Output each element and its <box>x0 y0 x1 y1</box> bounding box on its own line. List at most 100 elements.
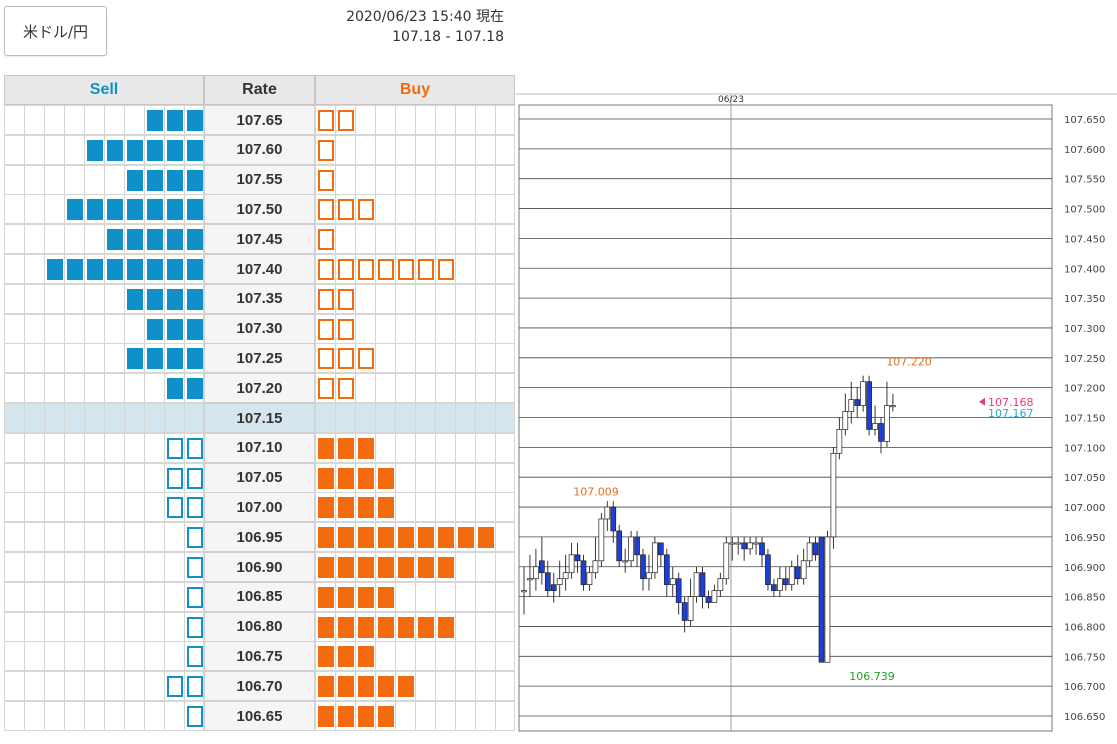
order-book-row: 107.55 <box>4 164 515 195</box>
grid-cell <box>455 403 475 433</box>
grid-cell <box>495 164 515 195</box>
buy-order-block <box>318 497 334 519</box>
grid-cell <box>44 492 64 523</box>
sell-order-block <box>167 467 183 489</box>
grid-cell <box>375 254 395 284</box>
buy-order-block <box>378 259 394 280</box>
grid-cell <box>84 432 104 463</box>
grid-cell <box>315 164 335 195</box>
buy-bar-area <box>315 522 515 553</box>
grid-cell <box>335 432 355 463</box>
bull-candle <box>723 542 730 580</box>
grid-cell <box>4 611 24 642</box>
grid-cell <box>495 254 515 284</box>
grid-cell <box>435 343 455 374</box>
grid-cell <box>395 373 415 404</box>
grid-cell <box>84 611 104 642</box>
bear-candle <box>640 554 646 580</box>
grid-cell <box>4 194 24 225</box>
bull-candle <box>860 381 866 406</box>
grid-cell <box>4 581 24 612</box>
grid-cell <box>124 492 144 523</box>
grid-cell <box>455 224 475 255</box>
sell-order-block <box>147 318 163 340</box>
grid-cell <box>435 611 455 642</box>
grid-cell <box>124 224 144 255</box>
grid-cell <box>104 194 124 225</box>
rate-label: 107.30 <box>204 313 315 344</box>
grid-cell <box>64 313 84 344</box>
rate-label: 106.90 <box>204 552 315 582</box>
buy-order-block <box>418 259 434 280</box>
order-book-row: 106.95 <box>4 522 515 553</box>
grid-cell <box>84 224 104 255</box>
grid-cell <box>495 701 515 731</box>
buy-order-block <box>318 199 334 221</box>
grid-cell <box>355 641 375 672</box>
grid-cell <box>104 283 124 314</box>
grid-cell <box>455 701 475 731</box>
grid-cell <box>455 373 475 404</box>
grid-cell <box>335 522 355 553</box>
sell-order-block <box>187 467 203 489</box>
order-book-row: 106.75 <box>4 641 515 672</box>
grid-cell <box>4 701 24 731</box>
sell-order-block <box>187 288 203 310</box>
grid-cell <box>24 641 44 672</box>
grid-cell <box>164 134 184 165</box>
sell-order-block <box>167 288 183 310</box>
candlestick-chart: 107.650 107.600 107.550 107.500 107.450 107.4… <box>516 90 1117 739</box>
currency-pair-button[interactable]: 米ドル/円 <box>4 6 107 56</box>
grid-cell <box>415 283 435 314</box>
grid-cell <box>164 403 184 433</box>
sell-order-block <box>187 437 203 459</box>
sell-bar-area <box>4 254 204 284</box>
sell-order-block <box>147 229 163 251</box>
grid-cell <box>495 194 515 225</box>
grid-cell <box>415 254 435 284</box>
grid-cell <box>355 552 375 582</box>
grid-cell <box>4 552 24 582</box>
buy-order-block <box>358 557 374 578</box>
order-book: Sell Rate Buy 107.65 107.60 107.55 107.50 10… <box>4 75 515 731</box>
grid-cell <box>44 194 64 225</box>
grid-cell <box>475 224 495 255</box>
grid-cell <box>4 492 24 523</box>
grid-cell <box>355 373 375 404</box>
grid-cell <box>495 313 515 344</box>
bear-candle <box>544 572 551 591</box>
grid-cell <box>435 373 455 404</box>
bull-candle <box>747 542 753 550</box>
grid-cell <box>104 701 124 731</box>
sell-order-block <box>187 586 203 608</box>
bull-candle <box>527 578 533 581</box>
grid-cell <box>435 105 455 135</box>
buy-order-block <box>378 497 394 519</box>
grid-cell <box>64 462 84 493</box>
grid-cell <box>315 134 335 165</box>
bear-candle <box>580 560 587 586</box>
grid-cell <box>355 462 375 493</box>
grid-cell <box>184 462 204 493</box>
grid-cell <box>24 581 44 612</box>
bull-candle <box>562 572 569 580</box>
grid-cell <box>395 432 415 463</box>
grid-cell <box>84 641 104 672</box>
grid-cell <box>64 373 84 404</box>
grid-cell <box>164 224 184 255</box>
grid-cell <box>184 164 204 195</box>
buy-order-block <box>338 110 354 131</box>
grid-cell <box>395 522 415 553</box>
bear-candle <box>765 554 771 586</box>
rate-label: 107.60 <box>204 134 315 165</box>
grid-cell <box>164 641 184 672</box>
sell-order-block <box>147 199 163 221</box>
grid-cell <box>375 105 395 135</box>
grid-cell <box>335 552 355 582</box>
sell-order-block <box>167 229 183 251</box>
buy-order-block <box>338 646 354 668</box>
bear-candle <box>550 584 557 591</box>
bull-candle <box>592 560 599 574</box>
grid-cell <box>104 134 124 165</box>
sell-order-block <box>167 318 183 340</box>
